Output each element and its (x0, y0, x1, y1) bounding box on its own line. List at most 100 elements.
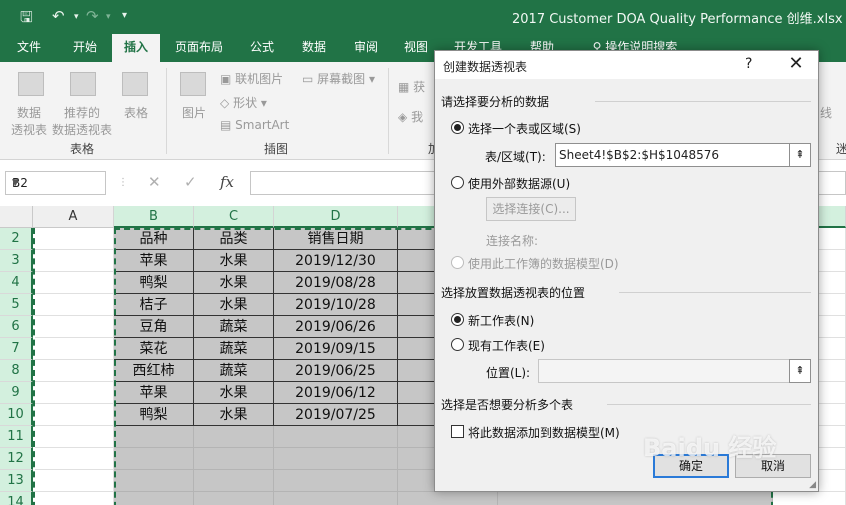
get-addins-button[interactable]: ▦ 获 (398, 78, 425, 95)
row-header[interactable]: 8 (0, 360, 33, 382)
cell[interactable] (35, 316, 114, 338)
option-select-table-label[interactable]: 选择一个表或区域(S) (468, 120, 581, 137)
cell[interactable] (35, 360, 114, 382)
tab-insert[interactable]: 插入 (112, 34, 160, 62)
column-header-b[interactable]: B (114, 206, 194, 228)
cell[interactable]: 蔬菜 (194, 360, 274, 382)
undo-dropdown-icon[interactable]: ▾ (74, 12, 79, 22)
add-to-data-model-label[interactable]: 将此数据添加到数据模型(M) (468, 424, 620, 441)
row-header[interactable]: 5 (0, 294, 33, 316)
cell[interactable] (35, 448, 114, 470)
cell[interactable] (35, 250, 114, 272)
column-header-d[interactable]: D (274, 206, 398, 228)
tab-review[interactable]: 审阅 (344, 34, 388, 62)
cell[interactable]: 菜花 (114, 338, 194, 360)
row-header[interactable]: 14 (0, 492, 33, 505)
insert-function-button[interactable]: fx (220, 173, 234, 191)
row-header[interactable]: 10 (0, 404, 33, 426)
cell[interactable]: 品种 (114, 228, 194, 250)
cell[interactable] (498, 492, 773, 505)
cell[interactable]: 苹果 (114, 382, 194, 404)
column-header-a[interactable]: A (33, 206, 114, 228)
smartart-button[interactable]: ▤ SmartArt (220, 118, 289, 132)
row-header[interactable]: 4 (0, 272, 33, 294)
row-header[interactable]: 12 (0, 448, 33, 470)
resize-grip-icon[interactable]: ◢ (809, 480, 816, 490)
cell[interactable] (114, 470, 194, 492)
cell[interactable]: 2019/10/28 (274, 294, 398, 316)
cell[interactable]: 蔬菜 (194, 338, 274, 360)
cell[interactable] (274, 492, 398, 505)
tab-formulas[interactable]: 公式 (240, 34, 284, 62)
cell[interactable]: 2019/12/30 (274, 250, 398, 272)
add-to-data-model-checkbox[interactable] (451, 425, 464, 438)
row-header[interactable]: 3 (0, 250, 33, 272)
option-external-source-label[interactable]: 使用外部数据源(U) (468, 175, 570, 192)
sparkline-line-button[interactable]: 线 (820, 104, 832, 121)
cell[interactable] (35, 272, 114, 294)
cell[interactable]: 水果 (194, 294, 274, 316)
tab-home[interactable]: 开始 (60, 34, 110, 62)
redo-icon[interactable]: ↷ (86, 7, 99, 25)
cell[interactable] (35, 338, 114, 360)
table-button[interactable]: 表格 (116, 104, 156, 121)
tab-file[interactable]: 文件 (6, 34, 52, 62)
choose-connection-button[interactable]: 选择连接(C)... (486, 197, 576, 221)
online-pictures-button[interactable]: ▣ 联机图片 (220, 70, 283, 87)
save-icon[interactable]: 🖫 (20, 7, 33, 32)
cell[interactable] (194, 448, 274, 470)
pivot-table-button[interactable]: 数据 透视表 (8, 104, 50, 138)
cell[interactable]: 鸭梨 (114, 404, 194, 426)
cancel-entry-button[interactable]: ✕ (148, 173, 161, 191)
cell[interactable]: 蔬菜 (194, 316, 274, 338)
redo-dropdown-icon[interactable]: ▾ (106, 12, 111, 22)
undo-icon[interactable]: ↶ (52, 7, 65, 25)
collapse-location-button[interactable]: ⇞ (789, 359, 811, 383)
cell[interactable] (35, 228, 114, 250)
row-header[interactable]: 13 (0, 470, 33, 492)
cell[interactable]: 2019/07/25 (274, 404, 398, 426)
collapse-range-button[interactable]: ⇞ (789, 143, 811, 167)
radio-external-source[interactable] (451, 176, 464, 189)
cell[interactable]: 水果 (194, 272, 274, 294)
radio-existing-worksheet[interactable] (451, 338, 464, 351)
row-header[interactable]: 6 (0, 316, 33, 338)
chevron-down-icon[interactable]: ▼ (12, 178, 99, 188)
cell[interactable] (114, 426, 194, 448)
location-input[interactable] (538, 359, 790, 383)
close-button[interactable]: ✕ (785, 54, 807, 74)
cell[interactable]: 鸭梨 (114, 272, 194, 294)
cell[interactable] (194, 492, 274, 505)
option-data-model-label[interactable]: 使用此工作簿的数据模型(D) (468, 255, 619, 272)
help-button[interactable]: ? (745, 56, 752, 72)
cell[interactable]: 2019/09/15 (274, 338, 398, 360)
cell[interactable]: 2019/06/12 (274, 382, 398, 404)
cell[interactable]: 水果 (194, 382, 274, 404)
cell[interactable]: 桔子 (114, 294, 194, 316)
row-header[interactable]: 11 (0, 426, 33, 448)
row-header[interactable]: 7 (0, 338, 33, 360)
cell[interactable]: 豆角 (114, 316, 194, 338)
cell[interactable] (35, 404, 114, 426)
cell[interactable]: 品类 (194, 228, 274, 250)
row-header[interactable]: 2 (0, 228, 33, 250)
radio-new-worksheet[interactable] (451, 313, 464, 326)
cell[interactable]: 2019/06/25 (274, 360, 398, 382)
cell[interactable] (274, 426, 398, 448)
cell[interactable] (775, 492, 846, 505)
radio-data-model[interactable] (451, 256, 464, 269)
cell[interactable]: 2019/08/28 (274, 272, 398, 294)
cell[interactable] (35, 492, 114, 505)
name-box[interactable]: B2 ▼ (5, 171, 106, 195)
cell[interactable] (274, 448, 398, 470)
customize-toolbar-icon[interactable]: ▾ (122, 10, 127, 21)
cell[interactable]: 水果 (194, 404, 274, 426)
option-new-worksheet-label[interactable]: 新工作表(N) (468, 312, 534, 329)
cell[interactable]: 西红柿 (114, 360, 194, 382)
option-existing-worksheet-label[interactable]: 现有工作表(E) (468, 337, 545, 354)
cell[interactable] (194, 426, 274, 448)
cell[interactable] (274, 470, 398, 492)
recommended-pivot-button[interactable]: 推荐的 数据透视表 (50, 104, 114, 138)
enter-entry-button[interactable]: ✓ (184, 173, 197, 191)
cell[interactable] (35, 470, 114, 492)
